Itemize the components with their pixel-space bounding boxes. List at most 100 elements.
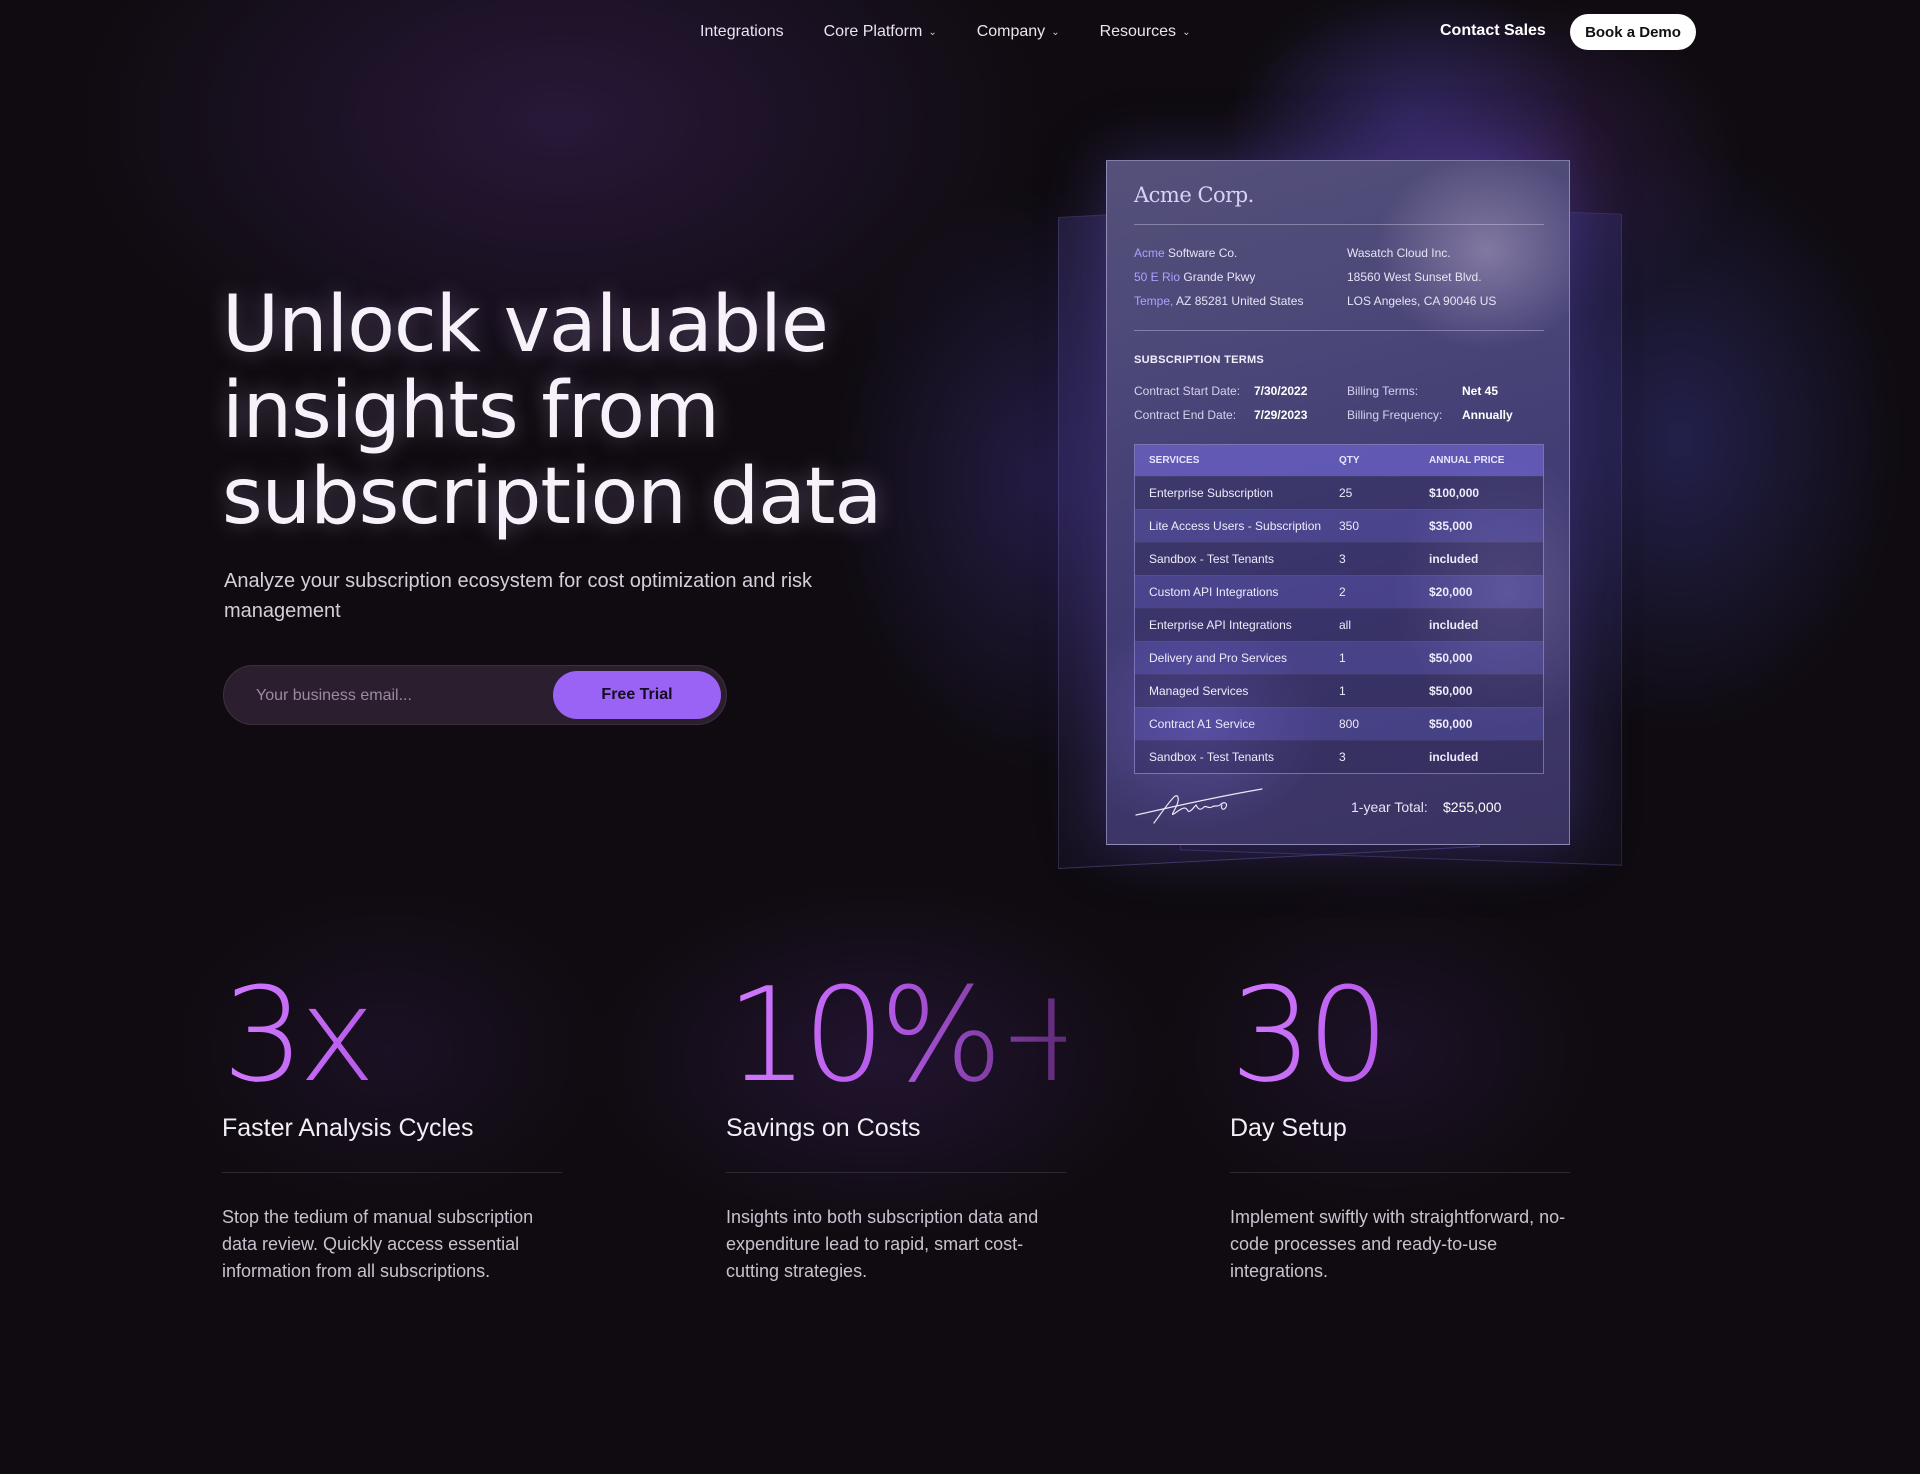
services-table: SERVICES QTY ANNUAL PRICE Enterprise Sub… <box>1134 444 1544 774</box>
service-name-cell: Custom API Integrations <box>1149 585 1279 599</box>
chevron-down-icon: ⌄ <box>1182 26 1191 38</box>
qty-cell: 3 <box>1339 552 1346 566</box>
price-cell: included <box>1429 552 1479 566</box>
start-date-label: Contract Start Date: <box>1134 384 1241 398</box>
from-city-rest: AZ 85281 United States <box>1173 294 1304 308</box>
to-city: LOS Angeles, CA 90046 US <box>1347 294 1497 308</box>
from-city: Tempe, AZ 85281 United States <box>1134 294 1303 308</box>
price-cell: $50,000 <box>1429 684 1473 698</box>
service-name-cell: Managed Services <box>1149 684 1249 698</box>
table-row: Enterprise API Integrations all included <box>1135 608 1543 641</box>
service-name-cell: Enterprise Subscription <box>1149 486 1274 500</box>
price-cell: $100,000 <box>1429 486 1480 500</box>
divider <box>222 1172 562 1173</box>
table-row: Contract A1 Service 800 $50,000 <box>1135 707 1543 740</box>
price-cell: $50,000 <box>1429 717 1473 731</box>
stat-card: 30 Day Setup Implement swiftly with stra… <box>1230 960 1570 1281</box>
table-body: Enterprise Subscription 25 $100,000 Lite Ac… <box>1135 476 1543 773</box>
billing-frequency-label: Billing Frequency: <box>1347 408 1443 422</box>
book-demo-button[interactable]: Book a Demo <box>1570 14 1696 50</box>
nav-item-core-platform[interactable]: Core Platform ⌄ <box>824 23 937 41</box>
qty-cell: 1 <box>1339 651 1346 665</box>
qty-cell: 350 <box>1339 519 1360 533</box>
from-name-highlight: Acme <box>1134 246 1165 260</box>
service-name-cell: Delivery and Pro Services <box>1149 651 1288 665</box>
stat-title: Faster Analysis Cycles <box>222 1114 474 1142</box>
qty-cell: 25 <box>1339 486 1353 500</box>
stat-number: 30 <box>1230 960 1570 1110</box>
nav-item-integrations[interactable]: Integrations <box>700 23 784 41</box>
column-header-annual-price: ANNUAL PRICE <box>1429 455 1505 466</box>
stat-title: Savings on Costs <box>726 1114 921 1142</box>
nav-item-company[interactable]: Company ⌄ <box>977 23 1060 41</box>
total-value: $255,000 <box>1443 799 1502 815</box>
divider <box>726 1172 1066 1173</box>
stat-number: 3x <box>222 960 562 1110</box>
qty-cell: 3 <box>1339 750 1346 764</box>
divider <box>1134 330 1544 331</box>
from-street-rest: Grande Pkwy <box>1180 270 1256 284</box>
nav-label: Company <box>976 23 1046 40</box>
service-name-cell: Sandbox - Test Tenants <box>1149 750 1274 764</box>
divider <box>1230 1172 1570 1173</box>
stat-description: Insights into both subscription data and… <box>726 1207 1039 1281</box>
table-row: Sandbox - Test Tenants 3 included <box>1135 740 1543 773</box>
from-street: 50 E Rio Grande Pkwy <box>1134 270 1255 284</box>
service-name-cell: Sandbox - Test Tenants <box>1149 552 1274 566</box>
stat-number: 10%+ <box>726 959 1106 1111</box>
stat-description: Stop the tedium of manual subscription d… <box>222 1207 534 1281</box>
invoice-card: Acme Corp. Acme Software Co. 50 E Rio Gr… <box>1106 160 1570 845</box>
stat-title: Day Setup <box>1230 1114 1347 1142</box>
qty-cell: 2 <box>1339 585 1346 599</box>
nav-label: Resources <box>1099 23 1177 40</box>
service-name-cell: Lite Access Users - Subscription <box>1149 519 1322 533</box>
contact-sales-link[interactable]: Contact Sales <box>1440 22 1546 40</box>
nav-item-resources[interactable]: Resources ⌄ <box>1100 23 1191 41</box>
hero-title-line: subscription data <box>222 452 882 542</box>
stat-description: Implement swiftly with straightforward, … <box>1230 1207 1566 1281</box>
billing-terms-value: Net 45 <box>1462 384 1499 398</box>
email-field[interactable] <box>254 666 518 726</box>
nav-label: Core Platform <box>823 23 923 40</box>
invoice-logo: Acme Corp. <box>1134 183 1254 207</box>
table-header: SERVICES QTY ANNUAL PRICE <box>1135 445 1543 476</box>
price-cell: $20,000 <box>1429 585 1473 599</box>
price-cell: included <box>1429 618 1479 632</box>
from-name-rest: Software Co. <box>1164 246 1238 260</box>
free-trial-button[interactable]: Free Trial <box>553 671 721 719</box>
from-city-highlight: Tempe, <box>1134 294 1174 308</box>
table-row: Managed Services 1 $50,000 <box>1135 674 1543 707</box>
hero-title-line: Unlock valuable <box>222 280 829 370</box>
from-name: Acme Software Co. <box>1134 246 1237 260</box>
stat-card: 10%+ Savings on Costs Insights into both… <box>726 959 1106 1281</box>
terms-heading: SUBSCRIPTION TERMS <box>1134 354 1265 366</box>
qty-cell: 1 <box>1339 684 1346 698</box>
table-row: Delivery and Pro Services 1 $50,000 <box>1135 641 1543 674</box>
table-row: Custom API Integrations 2 $20,000 <box>1135 575 1543 608</box>
qty-cell: all <box>1339 618 1352 632</box>
chevron-down-icon: ⌄ <box>1051 26 1060 38</box>
from-street-highlight: 50 E Rio <box>1134 270 1181 284</box>
nav-label: Integrations <box>700 23 784 40</box>
end-date-label: Contract End Date: <box>1134 408 1237 422</box>
billing-terms-label: Billing Terms: <box>1347 384 1419 398</box>
hero-subtitle: Analyze your subscription ecosystem for … <box>224 570 813 622</box>
start-date-value: 7/30/2022 <box>1254 384 1308 398</box>
table-row: Lite Access Users - Subscription 350 $35,0… <box>1135 509 1543 542</box>
service-name-cell: Contract A1 Service <box>1149 717 1256 731</box>
total-label: 1-year Total: <box>1351 799 1428 815</box>
service-name-cell: Enterprise API Integrations <box>1149 618 1292 632</box>
chevron-down-icon: ⌄ <box>928 26 937 38</box>
hero-title: Unlock valuable insights from subscription… <box>222 282 922 540</box>
to-street: 18560 West Sunset Blvd. <box>1347 270 1482 284</box>
table-row: Sandbox - Test Tenants 3 included <box>1135 542 1543 575</box>
column-header-qty: QTY <box>1339 455 1360 466</box>
table-row: Enterprise Subscription 25 $100,000 <box>1135 476 1543 509</box>
billing-frequency-value: Annually <box>1462 408 1513 422</box>
signature-icon <box>1135 788 1263 824</box>
price-cell: $50,000 <box>1429 651 1473 665</box>
end-date-value: 7/29/2023 <box>1254 408 1308 422</box>
qty-cell: 800 <box>1339 717 1360 731</box>
price-cell: $35,000 <box>1429 519 1473 533</box>
column-header-services: SERVICES <box>1149 455 1200 466</box>
